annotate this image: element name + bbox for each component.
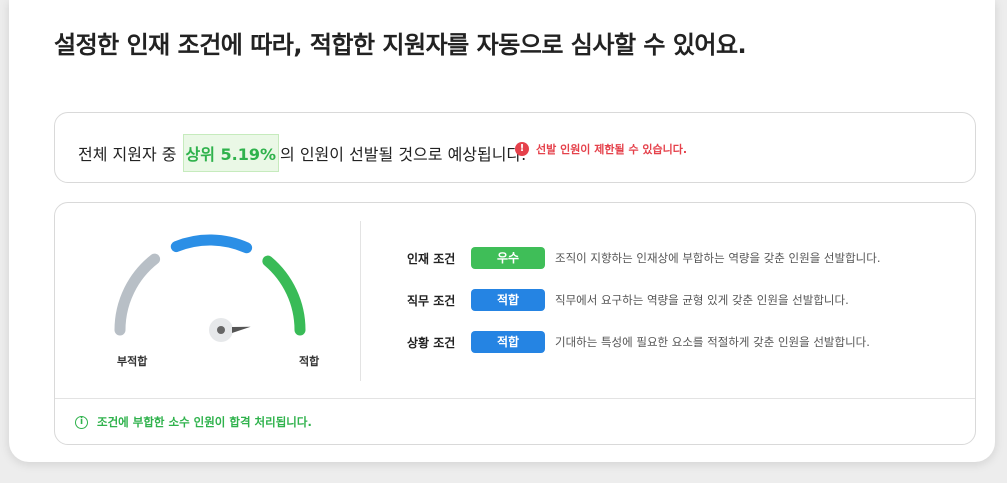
condition-name: 인재 조건	[407, 251, 456, 266]
condition-description: 직무에서 요구하는 역량을 균형 있게 갖춘 인원을 선발합니다.	[555, 293, 849, 307]
condition-description: 기대하는 특성에 필요한 요소를 적절하게 갖춘 인원을 선발합니다.	[555, 335, 870, 349]
condition-description: 조직이 지향하는 인재상에 부합하는 역량을 갖춘 인원을 선발합니다.	[555, 251, 881, 265]
gauge-needle	[232, 326, 251, 333]
gauge-arc-low	[114, 253, 161, 336]
gauge-left-label: 부적합	[117, 355, 148, 368]
prediction-text: 전체 지원자 중 상위 5.19% 의 인원이 선발될 것으로 예상됩니다.	[78, 134, 526, 172]
fit-gauge	[114, 234, 306, 342]
note-message: i 조건에 부합한 소수 인원이 합격 처리됩니다.	[75, 414, 312, 430]
condition-badge: 적합	[471, 331, 545, 353]
warning-message: ! 선발 인원이 제한될 수 있습니다.	[515, 141, 687, 157]
gauge-hub-center	[217, 326, 225, 334]
main-card: 설정한 인재 조건에 따라, 적합한 지원자를 자동으로 심사할 수 있어요. …	[9, 0, 995, 462]
page-title: 설정한 인재 조건에 따라, 적합한 지원자를 자동으로 심사할 수 있어요.	[54, 31, 747, 59]
condition-row-talent: 인재 조건 우수 조직이 지향하는 인재상에 부합하는 역량을 갖춘 인원을 선…	[407, 247, 880, 269]
condition-row-situation: 상황 조건 적합 기대하는 특성에 필요한 요소를 적절하게 갖춘 인원을 선발…	[407, 331, 870, 353]
info-circle-icon: i	[75, 415, 88, 429]
prediction-panel: 전체 지원자 중 상위 5.19% 의 인원이 선발될 것으로 예상됩니다. !…	[54, 112, 976, 183]
warning-text: 선발 인원이 제한될 수 있습니다.	[536, 143, 688, 156]
note-text: 조건에 부합한 소수 인원이 합격 처리됩니다.	[97, 415, 312, 429]
condition-panel: 부적합 적합 인재 조건 우수 조직이 지향하는 인재상에 부합하는 역량을 갖…	[54, 202, 976, 445]
alert-circle-icon: !	[515, 142, 529, 156]
prediction-prefix: 전체 지원자 중	[78, 145, 177, 164]
condition-badge: 우수	[471, 247, 545, 269]
vertical-divider	[360, 221, 361, 381]
condition-row-job: 직무 조건 적합 직무에서 요구하는 역량을 균형 있게 갖춘 인원을 선발합니…	[407, 289, 849, 311]
gauge-right-label: 적합	[299, 355, 320, 368]
gauge-arc-mid	[170, 234, 253, 254]
condition-name: 상황 조건	[407, 335, 456, 350]
prediction-suffix: 의 인원이 선발될 것으로 예상됩니다.	[280, 145, 527, 164]
horizontal-divider	[55, 398, 975, 399]
prediction-highlight: 상위 5.19%	[182, 134, 280, 172]
condition-name: 직무 조건	[407, 293, 456, 308]
condition-badge: 적합	[471, 289, 545, 311]
gauge-arc-high	[262, 255, 306, 336]
